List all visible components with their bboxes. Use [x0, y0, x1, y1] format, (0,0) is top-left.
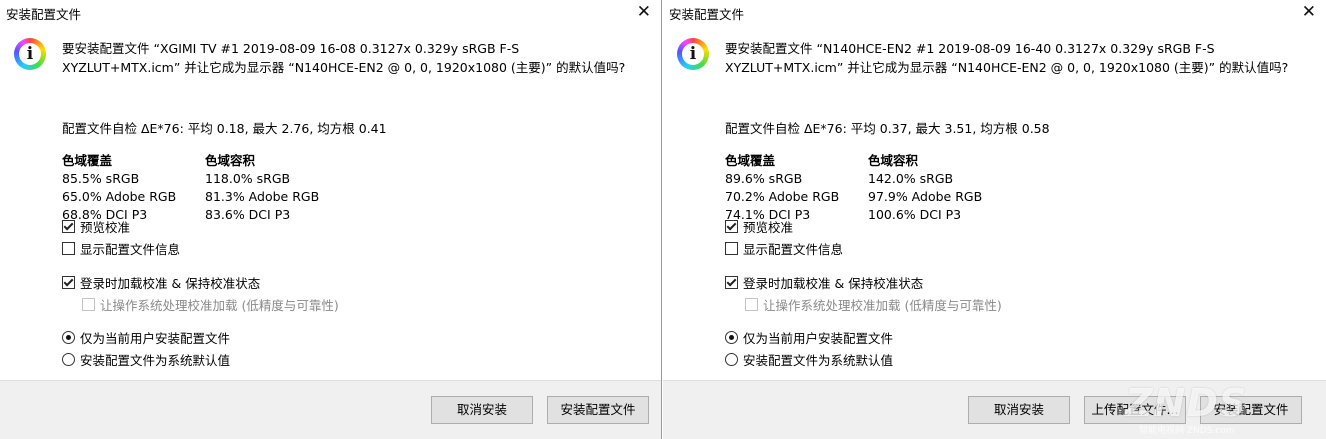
- checkbox-disabled-icon: [82, 298, 95, 311]
- checkbox-checked-icon[interactable]: [62, 276, 75, 289]
- volume-dci-p3: 100.6% DCI P3: [868, 207, 962, 222]
- preview-calibration-checkbox[interactable]: 预览校准: [62, 217, 130, 236]
- install-profile-dialog-right: 安装配置文件 ✕ i 要安装配置文件 “N140HCE-EN2 #1 2019-…: [663, 0, 1326, 439]
- install-profile-button[interactable]: 安装配置文件: [547, 396, 649, 424]
- volume-adobe-rgb: 81.3% Adobe RGB: [205, 189, 320, 204]
- info-icon: i: [14, 38, 46, 70]
- profile-self-check: 配置文件自检 ΔE*76: 平均 0.18, 最大 2.76, 均方根 0.41: [62, 121, 387, 136]
- checkbox-checked-icon[interactable]: [62, 220, 75, 233]
- load-on-login-label: 登录时加载校准 & 保持校准状态: [80, 276, 261, 291]
- profile-self-check: 配置文件自检 ΔE*76: 平均 0.37, 最大 3.51, 均方根 0.58: [725, 121, 1050, 136]
- volume-srgb: 118.0% sRGB: [205, 171, 291, 186]
- radio-unselected-icon[interactable]: [62, 353, 75, 366]
- radio-system-default-label: 安装配置文件为系统默认值: [743, 353, 894, 368]
- preview-calibration-label: 预览校准: [743, 220, 794, 235]
- button-bar: 取消安装 安装配置文件: [0, 380, 661, 439]
- volume-adobe-rgb: 97.9% Adobe RGB: [868, 189, 983, 204]
- radio-system-default[interactable]: 安装配置文件为系统默认值: [62, 350, 230, 369]
- title-bar: 安装配置文件 ✕: [0, 0, 661, 25]
- cancel-install-button[interactable]: 取消安装: [968, 396, 1070, 424]
- message-line-1: 要安装配置文件 “XGIMI TV #1 2019-08-09 16-08 0.…: [62, 41, 520, 56]
- info-icon: i: [677, 38, 709, 70]
- cancel-install-button[interactable]: 取消安装: [431, 396, 533, 424]
- radio-system-default-label: 安装配置文件为系统默认值: [80, 353, 231, 368]
- checkbox-checked-icon[interactable]: [725, 276, 738, 289]
- load-on-login-label: 登录时加载校准 & 保持校准状态: [743, 276, 924, 291]
- radio-current-user[interactable]: 仅为当前用户安装配置文件: [62, 328, 230, 347]
- preview-calibration-label: 预览校准: [80, 220, 131, 235]
- radio-system-default[interactable]: 安装配置文件为系统默认值: [725, 350, 893, 369]
- volume-dci-p3: 83.6% DCI P3: [205, 207, 291, 222]
- gamut-coverage-title: 色域覆盖: [62, 153, 113, 168]
- volume-srgb: 142.0% sRGB: [868, 171, 954, 186]
- message-line-1: 要安装配置文件 “N140HCE-EN2 #1 2019-08-09 16-40…: [725, 41, 1215, 56]
- gamut-volume-title: 色域容积: [205, 153, 256, 168]
- load-on-login-checkbox[interactable]: 登录时加载校准 & 保持校准状态: [62, 273, 260, 292]
- radio-unselected-icon[interactable]: [725, 353, 738, 366]
- radio-current-user[interactable]: 仅为当前用户安装配置文件: [725, 328, 893, 347]
- show-profile-info-label: 显示配置文件信息: [743, 242, 844, 257]
- show-profile-info-label: 显示配置文件信息: [80, 242, 181, 257]
- button-bar: 取消安装 上传配置文件... 安装配置文件 ZNDS 智能电视网 ZNDS.co…: [663, 380, 1326, 439]
- znds-watermark-subtitle: 智能电视网 ZNDS.com: [1139, 426, 1235, 436]
- radio-current-user-label: 仅为当前用户安装配置文件: [80, 331, 231, 346]
- dialog-body: i 要安装配置文件 “N140HCE-EN2 #1 2019-08-09 16-…: [663, 25, 1326, 380]
- dialog-body: i 要安装配置文件 “XGIMI TV #1 2019-08-09 16-08 …: [0, 25, 661, 380]
- os-handles-calibration-checkbox: 让操作系统处理校准加载 (低精度与可靠性): [82, 295, 339, 314]
- radio-selected-icon[interactable]: [725, 331, 738, 344]
- gamut-coverage-title: 色域覆盖: [725, 153, 776, 168]
- os-handles-calibration-label: 让操作系统处理校准加载 (低精度与可靠性): [100, 298, 339, 313]
- gamut-volume-title: 色域容积: [868, 153, 919, 168]
- os-handles-calibration-checkbox: 让操作系统处理校准加载 (低精度与可靠性): [745, 295, 1002, 314]
- close-icon[interactable]: ✕: [1302, 2, 1316, 22]
- show-profile-info-checkbox[interactable]: 显示配置文件信息: [725, 239, 843, 258]
- radio-selected-icon[interactable]: [62, 331, 75, 344]
- gamut-volume: 色域容积 142.0% sRGB 97.9% Adobe RGB 100.6% …: [868, 152, 982, 224]
- title-bar: 安装配置文件 ✕: [663, 0, 1326, 25]
- os-handles-calibration-label: 让操作系统处理校准加载 (低精度与可靠性): [763, 298, 1002, 313]
- message-line-2: XYZLUT+MTX.icm” 并让它成为显示器 “N140HCE-EN2 @ …: [62, 60, 626, 75]
- checkbox-disabled-icon: [745, 298, 758, 311]
- gamut-coverage: 色域覆盖 85.5% sRGB 65.0% Adobe RGB 68.8% DC…: [62, 152, 176, 224]
- install-question: 要安装配置文件 “XGIMI TV #1 2019-08-09 16-08 0.…: [62, 39, 654, 77]
- window-title: 安装配置文件: [6, 7, 82, 22]
- gamut-coverage: 色域覆盖 89.6% sRGB 70.2% Adobe RGB 74.1% DC…: [725, 152, 839, 224]
- install-question: 要安装配置文件 “N140HCE-EN2 #1 2019-08-09 16-40…: [725, 39, 1317, 77]
- radio-current-user-label: 仅为当前用户安装配置文件: [743, 331, 894, 346]
- coverage-adobe-rgb: 70.2% Adobe RGB: [725, 189, 840, 204]
- close-icon[interactable]: ✕: [637, 2, 651, 22]
- coverage-srgb: 85.5% sRGB: [62, 171, 140, 186]
- preview-calibration-checkbox[interactable]: 预览校准: [725, 217, 793, 236]
- coverage-adobe-rgb: 65.0% Adobe RGB: [62, 189, 177, 204]
- checkbox-checked-icon[interactable]: [725, 220, 738, 233]
- load-on-login-checkbox[interactable]: 登录时加载校准 & 保持校准状态: [725, 273, 923, 292]
- message-line-2: XYZLUT+MTX.icm” 并让它成为显示器 “N140HCE-EN2 @ …: [725, 60, 1289, 75]
- znds-watermark-logo: ZNDS: [1125, 381, 1248, 425]
- checkbox-unchecked-icon[interactable]: [725, 242, 738, 255]
- window-title: 安装配置文件: [669, 7, 745, 22]
- show-profile-info-checkbox[interactable]: 显示配置文件信息: [62, 239, 180, 258]
- install-profile-dialog-left: 安装配置文件 ✕ i 要安装配置文件 “XGIMI TV #1 2019-08-…: [0, 0, 662, 439]
- gamut-volume: 色域容积 118.0% sRGB 81.3% Adobe RGB 83.6% D…: [205, 152, 319, 224]
- coverage-srgb: 89.6% sRGB: [725, 171, 803, 186]
- checkbox-unchecked-icon[interactable]: [62, 242, 75, 255]
